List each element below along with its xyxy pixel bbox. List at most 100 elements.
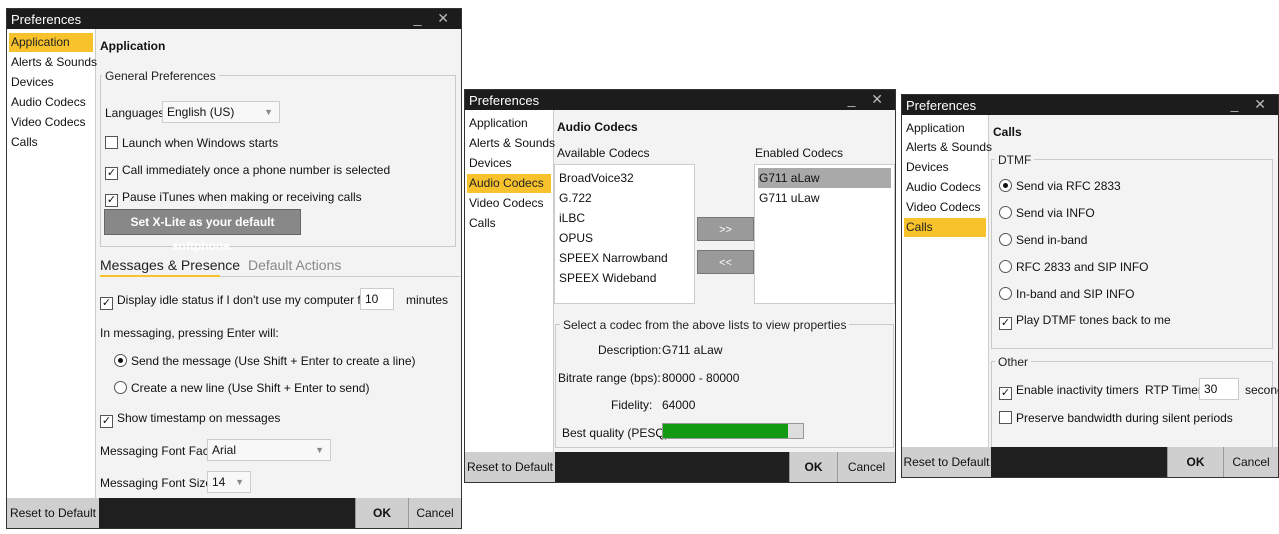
bottom-bar: Reset to Default OK Cancel: [465, 452, 895, 482]
dtmf-option-label: Send in-band: [1016, 233, 1088, 247]
ok-button[interactable]: OK: [789, 452, 837, 482]
sidebar-item-video-codecs[interactable]: Video Codecs: [467, 194, 551, 213]
sidebar-item-application[interactable]: Application: [904, 119, 986, 138]
messages-tabs: Messages & Presence Default Actions: [100, 257, 341, 273]
set-default-softphone-button[interactable]: Set X-Lite as your default softphone.: [104, 209, 301, 253]
dtmf-rfc2833-radio[interactable]: [999, 179, 1012, 192]
new-line-radio[interactable]: [114, 381, 127, 394]
dtmf-info-option[interactable]: Send via INFO: [999, 206, 1095, 220]
list-item[interactable]: G.722: [558, 188, 691, 208]
dtmf-option-label: Send via RFC 2833: [1016, 179, 1121, 193]
enabled-codecs-list[interactable]: G711 aLaw G711 uLaw: [754, 164, 895, 304]
other-group-label: Other: [995, 355, 1032, 369]
font-face-select[interactable]: Arial ▼: [207, 439, 331, 461]
preserve-bandwidth-label: Preserve bandwidth during silent periods: [1016, 411, 1233, 425]
dtmf-inband-sipinfo-option[interactable]: In-band and SIP INFO: [999, 287, 1135, 301]
sidebar-item-audio-codecs[interactable]: Audio Codecs: [467, 174, 551, 193]
title-bar[interactable]: Preferences _ ✕: [465, 90, 895, 110]
add-codec-button[interactable]: >>: [697, 217, 754, 241]
list-item[interactable]: SPEEX Narrowband: [558, 248, 691, 268]
bottom-bar: Reset to Default OK Cancel: [902, 447, 1278, 477]
sidebar-item-alerts-sounds[interactable]: Alerts & Sounds: [467, 134, 555, 153]
sidebar-item-application[interactable]: Application: [467, 114, 551, 133]
sidebar-item-alerts-sounds[interactable]: Alerts & Sounds: [904, 138, 992, 157]
rtp-timer-input[interactable]: 30: [1199, 378, 1239, 400]
launch-windows-checkbox[interactable]: [105, 136, 118, 149]
inactivity-timers-option[interactable]: ✓ Enable inactivity timers: [999, 383, 1139, 400]
sidebar-item-audio-codecs[interactable]: Audio Codecs: [9, 93, 93, 112]
reset-to-default-button[interactable]: Reset to Default: [902, 447, 991, 477]
description-value: G711 aLaw: [662, 343, 723, 357]
dtmf-option-label: RFC 2833 and SIP INFO: [1016, 260, 1149, 274]
tab-default-actions[interactable]: Default Actions: [248, 257, 341, 273]
new-line-option[interactable]: Create a new line (Use Shift + Enter to …: [114, 381, 369, 395]
send-message-label: Send the message (Use Shift + Enter to c…: [131, 354, 416, 368]
title-bar[interactable]: Preferences _ ✕: [7, 9, 461, 29]
send-message-option[interactable]: Send the message (Use Shift + Enter to c…: [114, 354, 415, 368]
launch-windows-option[interactable]: Launch when Windows starts: [105, 136, 278, 150]
list-item[interactable]: G711 aLaw: [758, 168, 891, 188]
window-controls[interactable]: _ ✕: [1231, 96, 1272, 113]
languages-select[interactable]: English (US) ▼: [162, 101, 280, 123]
sidebar-item-application[interactable]: Application: [9, 33, 93, 52]
seconds-label: seconds: [1245, 383, 1278, 397]
font-size-select[interactable]: 14 ▼: [207, 471, 251, 493]
preferences-window-calls: Preferences _ ✕ Application Alerts & Sou…: [901, 94, 1279, 478]
launch-windows-label: Launch when Windows starts: [122, 136, 279, 150]
inactivity-timers-checkbox[interactable]: ✓: [999, 387, 1012, 400]
cancel-button[interactable]: Cancel: [408, 498, 461, 528]
call-immediately-checkbox[interactable]: ✓: [105, 167, 118, 180]
cancel-button[interactable]: Cancel: [1223, 447, 1278, 477]
sidebar-item-alerts-sounds[interactable]: Alerts & Sounds: [9, 53, 97, 72]
other-group: [991, 361, 1273, 453]
dtmf-group-label: DTMF: [995, 153, 1035, 167]
play-dtmf-checkbox[interactable]: ✓: [999, 317, 1012, 330]
pause-itunes-checkbox[interactable]: ✓: [105, 194, 118, 207]
sidebar-item-calls[interactable]: Calls: [467, 214, 551, 233]
list-item[interactable]: G711 uLaw: [758, 188, 891, 208]
preserve-bandwidth-option[interactable]: Preserve bandwidth during silent periods: [999, 411, 1233, 425]
remove-codec-button[interactable]: <<: [697, 250, 754, 274]
pause-itunes-option[interactable]: ✓ Pause iTunes when making or receiving c…: [105, 190, 362, 207]
send-message-radio[interactable]: [114, 354, 127, 367]
idle-minutes-input[interactable]: 10: [360, 288, 394, 310]
preserve-bandwidth-checkbox[interactable]: [999, 411, 1012, 424]
reset-to-default-button[interactable]: Reset to Default: [465, 452, 555, 482]
dtmf-inband-option[interactable]: Send in-band: [999, 233, 1087, 247]
dtmf-rfc2833-option[interactable]: Send via RFC 2833: [999, 179, 1121, 193]
window-controls[interactable]: _ ✕: [414, 10, 455, 27]
idle-status-option[interactable]: ✓ Display idle status if I don't use my c…: [100, 293, 375, 310]
chevron-down-icon: ▼: [315, 445, 324, 455]
dtmf-option-label: Send via INFO: [1016, 206, 1095, 220]
sidebar-item-calls[interactable]: Calls: [904, 218, 986, 237]
idle-status-checkbox[interactable]: ✓: [100, 297, 113, 310]
sidebar-item-video-codecs[interactable]: Video Codecs: [9, 113, 93, 132]
ok-button[interactable]: OK: [1167, 447, 1223, 477]
dtmf-inband-radio[interactable]: [999, 233, 1012, 246]
sidebar-item-calls[interactable]: Calls: [9, 133, 93, 152]
available-codecs-list[interactable]: BroadVoice32 G.722 iLBC OPUS SPEEX Narro…: [554, 164, 695, 304]
sidebar-item-devices[interactable]: Devices: [467, 154, 551, 173]
reset-to-default-button[interactable]: Reset to Default: [7, 498, 99, 528]
tab-messages-presence[interactable]: Messages & Presence: [100, 257, 240, 273]
dtmf-inband-sipinfo-radio[interactable]: [999, 287, 1012, 300]
dtmf-rfc2833-sipinfo-option[interactable]: RFC 2833 and SIP INFO: [999, 260, 1149, 274]
show-timestamp-checkbox[interactable]: ✓: [100, 415, 113, 428]
list-item[interactable]: SPEEX Wideband: [558, 268, 691, 288]
window-controls[interactable]: _ ✕: [848, 91, 889, 108]
play-dtmf-option[interactable]: ✓ Play DTMF tones back to me: [999, 313, 1171, 330]
show-timestamp-option[interactable]: ✓ Show timestamp on messages: [100, 411, 280, 428]
title-bar[interactable]: Preferences _ ✕: [902, 95, 1278, 115]
sidebar-item-devices[interactable]: Devices: [9, 73, 93, 92]
dtmf-info-radio[interactable]: [999, 206, 1012, 219]
dtmf-rfc2833-sipinfo-radio[interactable]: [999, 260, 1012, 273]
cancel-button[interactable]: Cancel: [837, 452, 895, 482]
list-item[interactable]: BroadVoice32: [558, 168, 691, 188]
call-immediately-option[interactable]: ✓ Call immediately once a phone number is…: [105, 163, 390, 180]
ok-button[interactable]: OK: [355, 498, 408, 528]
sidebar-item-video-codecs[interactable]: Video Codecs: [904, 198, 986, 217]
sidebar-item-devices[interactable]: Devices: [904, 158, 986, 177]
sidebar-item-audio-codecs[interactable]: Audio Codecs: [904, 178, 986, 197]
list-item[interactable]: OPUS: [558, 228, 691, 248]
list-item[interactable]: iLBC: [558, 208, 691, 228]
